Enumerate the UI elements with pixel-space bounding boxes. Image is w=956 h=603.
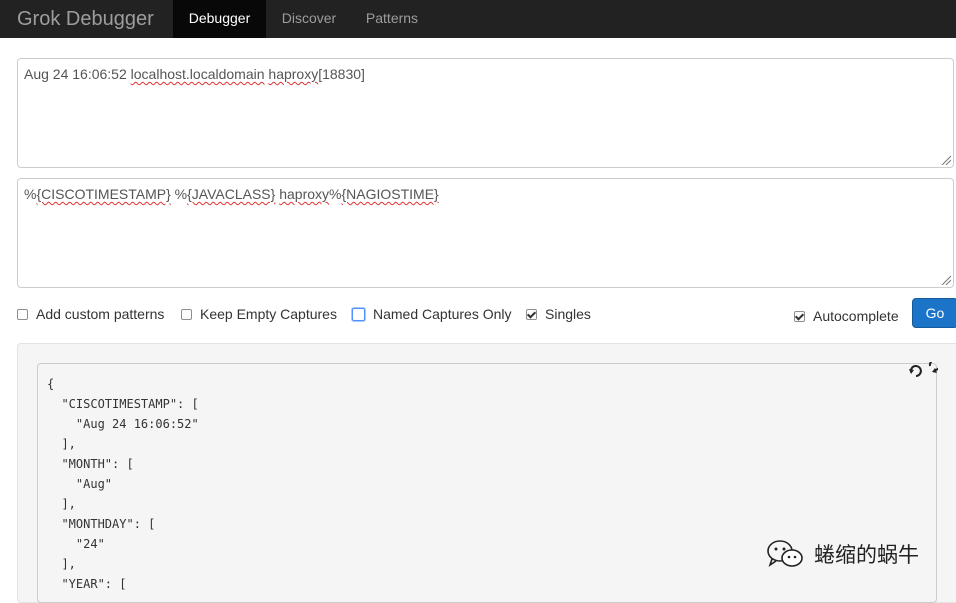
output-line: "24" (47, 537, 105, 551)
tab-patterns[interactable]: Patterns (352, 0, 432, 38)
output-line: "MONTHDAY": [ (47, 517, 156, 531)
log-input-textarea[interactable]: Aug 24 16:06:52 localhost.localdomain ha… (17, 58, 954, 168)
tab-debugger[interactable]: Debugger (173, 0, 266, 38)
autocomplete-checkbox[interactable] (794, 310, 805, 322)
output-line: "YEAR": [ (47, 577, 127, 591)
autocomplete-option[interactable]: Autocomplete (794, 307, 899, 325)
output-line: "CISCOTIMESTAMP": [ (47, 397, 199, 411)
add-custom-patterns-label: Add custom patterns (36, 306, 165, 322)
output-line: "Aug 24 16:06:52" (47, 417, 199, 431)
log-input-text: Aug 24 16:06:52 localhost.localdomain ha… (24, 66, 365, 82)
singles-option[interactable]: Singles (526, 305, 591, 323)
named-captures-only-label: Named Captures Only (373, 306, 512, 322)
output-line: "Aug" (47, 477, 113, 491)
resize-grip-icon[interactable] (941, 275, 951, 285)
refresh-icon[interactable] (908, 362, 938, 380)
watermark-text: 蜷缩的蜗牛 (814, 544, 919, 567)
output-line: ], (47, 557, 76, 571)
resize-grip-icon[interactable] (941, 155, 951, 165)
go-button[interactable]: Go (912, 298, 956, 328)
grok-pattern-textarea[interactable]: %{CISCOTIMESTAMP} %{JAVACLASS} haproxy%{… (17, 178, 954, 288)
keep-empty-captures-checkbox[interactable] (181, 308, 192, 320)
singles-label: Singles (545, 306, 591, 322)
keep-empty-captures-option[interactable]: Keep Empty Captures (181, 305, 337, 323)
watermark: 蜷缩的蜗牛 (766, 538, 919, 570)
top-navbar: Grok Debugger Debugger Discover Patterns (0, 0, 956, 38)
add-custom-patterns-checkbox[interactable] (17, 308, 28, 320)
grok-pattern-text: %{CISCOTIMESTAMP} %{JAVACLASS} haproxy%{… (24, 186, 439, 202)
add-custom-patterns-option[interactable]: Add custom patterns (17, 305, 164, 323)
singles-checkbox[interactable] (526, 308, 537, 320)
output-line: { (47, 377, 55, 391)
keep-empty-captures-label: Keep Empty Captures (200, 306, 337, 322)
autocomplete-label: Autocomplete (813, 308, 899, 324)
named-captures-only-option[interactable]: Named Captures Only (352, 305, 512, 323)
brand-title[interactable]: Grok Debugger (17, 0, 154, 38)
output-line: ], (47, 437, 76, 451)
output-line: "MONTH": [ (47, 457, 134, 471)
wechat-icon (767, 540, 803, 567)
tab-discover[interactable]: Discover (267, 0, 351, 38)
named-captures-only-checkbox[interactable] (352, 307, 365, 321)
output-line: ], (47, 497, 76, 511)
